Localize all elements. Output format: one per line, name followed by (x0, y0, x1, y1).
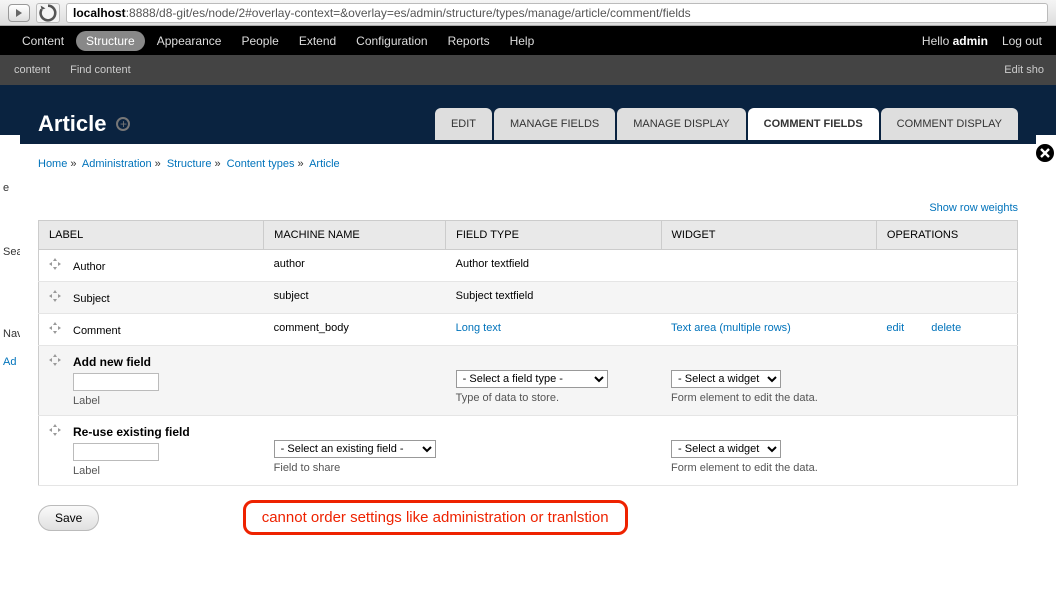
row-weights-toggle: Show row weights (38, 200, 1018, 214)
row-machine: author (264, 250, 446, 282)
row-type: Subject textfield (446, 282, 661, 314)
row-type-link[interactable]: Long text (456, 322, 501, 334)
secondary-edit-shortcuts[interactable]: Edit sho (1004, 64, 1052, 76)
drag-handle-icon[interactable] (49, 354, 63, 368)
toolbar-logout[interactable]: Log out (1002, 34, 1042, 48)
url-host: localhost (73, 6, 126, 20)
toolbar-configuration[interactable]: Configuration (348, 30, 435, 52)
row-widget (661, 282, 876, 314)
crumb-types[interactable]: Content types (227, 158, 295, 170)
tab-manage-display[interactable]: MANAGE DISPLAY (617, 108, 745, 140)
annotation-callout: cannot order settings like administratio… (243, 500, 628, 535)
reuse-existing-hint: Field to share (274, 462, 436, 474)
th-ops: OPERATIONS (876, 221, 1017, 250)
row-ops (876, 282, 1017, 314)
toolbar-reports[interactable]: Reports (440, 30, 498, 52)
th-widget: WIDGET (661, 221, 876, 250)
toolbar-people[interactable]: People (233, 30, 286, 52)
toolbar-hello: Hello admin (922, 34, 988, 48)
reload-button[interactable] (36, 3, 60, 23)
close-overlay-button[interactable] (1034, 142, 1056, 164)
toolbar-right: Hello admin Log out (922, 34, 1042, 48)
toolbar-appearance[interactable]: Appearance (149, 30, 230, 52)
toolbar-content[interactable]: Content (14, 30, 72, 52)
play-forward-icon (14, 8, 24, 18)
show-row-weights-link[interactable]: Show row weights (929, 202, 1018, 214)
add-new-label-hint: Label (73, 395, 254, 407)
row-type: Author textfield (446, 250, 661, 282)
secondary-toolbar: content Find content Edit sho (0, 55, 1056, 85)
drag-handle-icon[interactable] (49, 424, 63, 438)
close-icon (1039, 147, 1051, 159)
reuse-label-hint: Label (73, 465, 254, 477)
table-row: Author author Author textfield (39, 250, 1018, 282)
row-label: Subject (73, 293, 110, 305)
tab-manage-fields[interactable]: MANAGE FIELDS (494, 108, 615, 140)
row-label: Comment (73, 325, 121, 337)
table-row: Subject subject Subject textfield (39, 282, 1018, 314)
op-delete[interactable]: delete (931, 322, 961, 334)
url-path: :8888/d8-git/es/node/2#overlay-context=&… (126, 6, 691, 20)
url-bar[interactable]: localhost:8888/d8-git/es/node/2#overlay-… (66, 3, 1048, 23)
th-label: LABEL (39, 221, 264, 250)
table-row: Comment comment_body Long text Text area… (39, 314, 1018, 346)
save-button[interactable]: Save (38, 505, 99, 531)
crumb-article[interactable]: Article (309, 158, 340, 170)
row-machine: subject (264, 282, 446, 314)
add-new-fieldtype-hint: Type of data to store. (456, 392, 651, 404)
add-shortcut-icon[interactable]: + (116, 117, 130, 131)
admin-toolbar: Content Structure Appearance People Exte… (0, 26, 1056, 55)
actions: Save cannot order settings like administ… (38, 504, 1018, 535)
row-machine: comment_body (264, 314, 446, 346)
table-header-row: LABEL MACHINE NAME FIELD TYPE WIDGET OPE… (39, 221, 1018, 250)
overlay-content: Home» Administration» Structure» Content… (20, 144, 1036, 559)
overlay: Article + EDIT MANAGE FIELDS MANAGE DISP… (20, 104, 1036, 559)
op-edit[interactable]: edit (886, 322, 904, 334)
reload-icon (37, 2, 59, 24)
secondary-content[interactable]: content (4, 64, 60, 76)
table-rows: Author author Author textfield Subject s… (39, 250, 1018, 486)
toolbar-structure[interactable]: Structure (76, 31, 145, 51)
reuse-widget-select[interactable]: - Select a widget - (671, 440, 781, 458)
row-label: Author (73, 261, 105, 273)
add-field-row: Add new field Label - Select a field typ… (39, 346, 1018, 416)
add-new-fieldtype-select[interactable]: - Select a field type - (456, 370, 608, 388)
reuse-existing-select[interactable]: - Select an existing field - (274, 440, 436, 458)
drag-handle-icon[interactable] (49, 258, 63, 272)
row-ops (876, 250, 1017, 282)
overlay-header: Article + EDIT MANAGE FIELDS MANAGE DISP… (20, 104, 1036, 144)
reuse-widget-hint: Form element to edit the data. (671, 462, 866, 474)
row-widget (661, 250, 876, 282)
toolbar-help[interactable]: Help (502, 30, 543, 52)
crumb-admin[interactable]: Administration (82, 158, 152, 170)
overlay-tabs: EDIT MANAGE FIELDS MANAGE DISPLAY COMMEN… (435, 108, 1018, 140)
add-new-label-input[interactable] (73, 373, 159, 391)
add-new-widget-select[interactable]: - Select a widget - (671, 370, 781, 388)
crumb-structure[interactable]: Structure (167, 158, 212, 170)
row-ops: edit delete (876, 314, 1017, 346)
tab-edit[interactable]: EDIT (435, 108, 492, 140)
tab-comment-display[interactable]: COMMENT DISPLAY (881, 108, 1018, 140)
reuse-label-input[interactable] (73, 443, 159, 461)
nav-back-button[interactable] (8, 4, 30, 22)
reuse-field-row: Re-use existing field Label - Select an … (39, 416, 1018, 486)
drag-handle-icon[interactable] (49, 290, 63, 304)
secondary-find-content[interactable]: Find content (60, 64, 141, 76)
page-title: Article (38, 111, 106, 137)
tab-comment-fields[interactable]: COMMENT FIELDS (748, 108, 879, 140)
left-panel-sliver: e Sear Nav Ad (0, 180, 21, 500)
breadcrumb: Home» Administration» Structure» Content… (38, 158, 1018, 170)
crumb-home[interactable]: Home (38, 158, 67, 170)
toolbar-extend[interactable]: Extend (291, 30, 344, 52)
th-machine: MACHINE NAME (264, 221, 446, 250)
toolbar-menu: Content Structure Appearance People Exte… (14, 30, 542, 52)
row-widget-link[interactable]: Text area (multiple rows) (671, 322, 791, 334)
th-fieldtype: FIELD TYPE (446, 221, 661, 250)
browser-chrome: localhost:8888/d8-git/es/node/2#overlay-… (0, 0, 1056, 26)
add-new-widget-hint: Form element to edit the data. (671, 392, 866, 404)
add-new-title: Add new field (73, 355, 151, 369)
reuse-title: Re-use existing field (73, 425, 190, 439)
drag-handle-icon[interactable] (49, 322, 63, 336)
fields-table: LABEL MACHINE NAME FIELD TYPE WIDGET OPE… (38, 220, 1018, 486)
